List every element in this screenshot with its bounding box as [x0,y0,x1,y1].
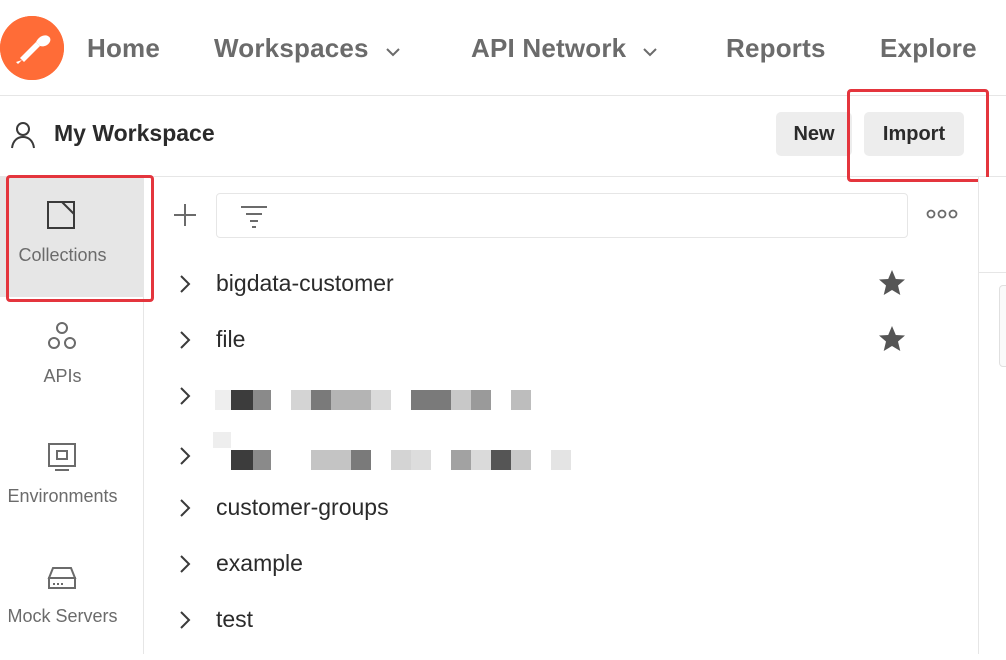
filter-icon[interactable] [239,203,269,234]
collection-name: bigdata-customer [216,270,394,296]
nav-explore-label: Explore [880,32,977,63]
collections-search-input[interactable] [216,193,908,238]
star-icon[interactable] [877,324,907,359]
collection-row[interactable]: customer-groups [165,481,925,537]
collections-highlight-box [6,175,154,302]
chevron-right-icon[interactable] [173,552,197,581]
chevron-right-icon[interactable] [173,384,197,413]
collection-name: customer-groups [216,494,389,520]
nav-reports-label: Reports [726,32,826,63]
new-button-label: New [793,122,835,145]
collection-row[interactable]: file [165,313,925,369]
more-options-icon[interactable] [926,206,958,227]
sidebar-label-environments: Environments [7,486,118,506]
postman-logo-icon[interactable] [0,16,64,80]
top-navigation-bar: Home Workspaces API Network Reports Expl… [0,0,1006,96]
collection-name: file [216,326,246,352]
chevron-right-icon[interactable] [173,608,197,637]
new-button[interactable]: New [776,112,852,156]
import-highlight-box [847,89,989,182]
sidebar-label-mock-servers: Mock Servers [7,606,118,626]
nav-home[interactable]: Home [87,30,160,66]
right-panel-edge [978,177,1006,654]
mock-servers-icon [45,560,79,594]
environments-icon [45,440,79,474]
collection-row-redacted[interactable] [165,369,925,425]
chevron-down-icon [383,38,403,58]
nav-workspaces[interactable]: Workspaces [214,30,403,66]
divider [979,272,1006,273]
collection-row[interactable]: test [165,593,925,649]
user-icon [8,120,38,155]
collection-name: test [216,606,254,632]
sidebar-label-apis: APIs [43,366,82,386]
chevron-right-icon[interactable] [173,496,197,525]
collection-row[interactable]: bigdata-customer [165,257,925,313]
sidebar-item-apis[interactable]: APIs [0,300,143,420]
apis-icon [45,320,79,354]
chevron-right-icon[interactable] [173,328,197,357]
star-icon[interactable] [877,268,907,303]
chevron-right-icon[interactable] [173,272,197,301]
nav-workspaces-label: Workspaces [214,32,369,63]
nav-explore[interactable]: Explore [880,30,977,66]
collection-row-redacted[interactable] [165,429,925,485]
nav-api-network-label: API Network [471,32,627,63]
nav-home-label: Home [87,32,161,63]
chevron-right-icon[interactable] [173,444,197,473]
sidebar-item-mock-servers[interactable]: Mock Servers [0,540,143,660]
nav-api-network[interactable]: API Network [471,30,660,66]
nav-reports[interactable]: Reports [726,30,826,66]
add-collection-plus-icon[interactable] [168,198,202,232]
right-panel-card [999,285,1006,367]
workspace-title: My Workspace [54,120,215,146]
sidebar-item-environments[interactable]: Environments [0,420,143,540]
collection-row[interactable]: example [165,537,925,593]
chevron-down-icon [640,38,660,58]
collection-name: example [216,550,303,576]
